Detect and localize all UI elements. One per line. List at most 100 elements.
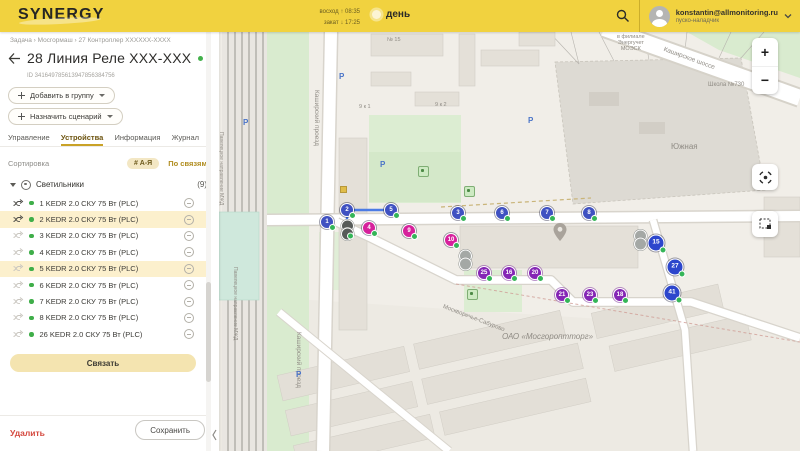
sort-by-links-button[interactable]: По связям: [168, 159, 207, 168]
sunset-row: закат ↓ 17:25: [323, 19, 360, 26]
breadcrumb[interactable]: Задача › Мосгормаш › 27 Контроллер XXXXX…: [10, 37, 171, 44]
unlink-icon[interactable]: [184, 296, 194, 307]
map-label: 9 к 1: [359, 104, 371, 110]
status-dot: [29, 332, 34, 337]
unlink-icon[interactable]: [184, 312, 194, 323]
map-marker-blue-2[interactable]: 2: [340, 203, 356, 219]
collapse-sidebar-icon[interactable]: [211, 428, 218, 442]
sun-icon: [372, 10, 381, 19]
link-icon: [13, 198, 24, 208]
unlink-icon[interactable]: [184, 230, 194, 241]
map-marker-purple-18[interactable]: 18: [613, 288, 629, 304]
unlink-icon[interactable]: [184, 214, 194, 225]
status-dot: [29, 233, 34, 239]
map-marker-blue-5[interactable]: 5: [384, 203, 400, 219]
device-row[interactable]: 8 KEDR 2.0 СКУ 75 Вт (PLC): [0, 310, 207, 326]
assign-scenario-button[interactable]: Назначить сценарий: [8, 108, 123, 125]
map-cluster[interactable]: [634, 229, 647, 251]
map-marker-bigblue-27[interactable]: 27: [666, 258, 685, 277]
unlink-icon[interactable]: [184, 280, 194, 291]
user-menu[interactable]: konstantin@allmonitoring.ru пуско-наладч…: [648, 5, 792, 27]
day-mode-toggle[interactable]: день: [372, 9, 410, 20]
add-to-group-button[interactable]: Добавить в группу: [8, 87, 115, 104]
map-marker-pink-9[interactable]: 9: [402, 224, 418, 240]
sidebar-tab[interactable]: Информация: [114, 130, 160, 146]
search-icon[interactable]: [616, 9, 630, 23]
map-cluster[interactable]: [459, 249, 472, 271]
map-canvas[interactable]: Каширский проезд Каширский проезд Каширско…: [219, 32, 800, 451]
group-row[interactable]: Светильники (9): [10, 178, 207, 191]
map-marker-blue-3[interactable]: 3: [451, 206, 467, 222]
locate-button[interactable]: [752, 164, 778, 190]
save-button[interactable]: Сохранить: [135, 420, 205, 440]
link-icon: [13, 231, 24, 240]
map-marker-purple-20[interactable]: 20: [528, 266, 544, 282]
collapse-group-icon[interactable]: [10, 182, 16, 187]
map-marker-purple-16[interactable]: 16: [502, 266, 518, 282]
user-role: пуско-наладчик: [675, 18, 719, 24]
back-arrow-icon[interactable]: [8, 52, 21, 65]
map-marker-pink-4[interactable]: 4: [362, 221, 378, 237]
zoom-in-button[interactable]: +: [752, 38, 778, 67]
delete-button[interactable]: Удалить: [10, 428, 45, 438]
map-label: ОАО «Мосгороптторг»: [502, 332, 594, 341]
sidebar-scrollbar-track: [206, 32, 211, 451]
link-button[interactable]: Связать: [10, 354, 196, 372]
sort-az-button[interactable]: # А-Я: [126, 158, 160, 169]
map-pin-icon[interactable]: [553, 223, 567, 246]
device-row[interactable]: 1 KEDR 2.0 СКУ 75 Вт (PLC): [0, 195, 207, 211]
device-row[interactable]: 6 KEDR 2.0 СКУ 75 Вт (PLC): [0, 277, 207, 293]
map-marker-blue-8[interactable]: 8: [582, 206, 598, 222]
marker-status-dot: [659, 246, 666, 253]
map-marker-bigblue-15[interactable]: 15: [647, 234, 666, 253]
device-row[interactable]: 7 KEDR 2.0 СКУ 75 Вт (PLC): [0, 293, 207, 309]
marker-status-dot: [548, 214, 556, 222]
unlink-icon[interactable]: [184, 329, 194, 340]
sidebar-tab[interactable]: Управление: [8, 130, 50, 146]
app-logo: SYNERGY: [18, 6, 105, 23]
unlink-icon[interactable]: [184, 247, 194, 258]
device-label: 26 KEDR 2.0 СКУ 75 Вт (PLC): [39, 329, 143, 339]
map-label: в филиале Энергучет МОЭСК: [617, 34, 645, 52]
marker-status-dot: [452, 241, 460, 249]
link-icon: [13, 247, 24, 257]
locate-icon: [758, 170, 772, 184]
map-marker-purple-23[interactable]: 23: [583, 288, 599, 304]
sidebar-tab[interactable]: Журнал: [172, 130, 199, 146]
marker-status-dot: [328, 223, 336, 231]
area-select-button[interactable]: [752, 211, 778, 237]
plus-icon: [18, 92, 25, 99]
user-email: konstantin@allmonitoring.ru: [675, 8, 778, 17]
sidebar-tab[interactable]: Устройства: [60, 130, 104, 146]
map-marker-blue-6[interactable]: 6: [495, 206, 511, 222]
device-row[interactable]: 4 KEDR 2.0 СКУ 75 Вт (PLC): [0, 244, 207, 260]
device-row[interactable]: 26 KEDR 2.0 СКУ 75 Вт (PLC): [0, 326, 207, 342]
assign-scenario-label: Назначить сценарий: [30, 112, 102, 121]
unlink-icon[interactable]: [184, 263, 194, 274]
map-marker-bigblue-41[interactable]: 41: [663, 284, 682, 303]
device-label: 3 KEDR 2.0 СКУ 75 Вт (PLC): [39, 231, 139, 241]
parking-icon: P: [380, 160, 386, 169]
zoom-out-button[interactable]: −: [752, 67, 778, 95]
shop-icon: [340, 186, 347, 193]
status-dot: [29, 266, 34, 271]
map-marker-purple-21[interactable]: 21: [555, 288, 571, 304]
chevron-down-icon: [784, 14, 792, 19]
marker-status-dot: [348, 211, 356, 219]
map-marker-blue-1[interactable]: 1: [320, 215, 336, 231]
marker-status-dot: [503, 214, 511, 222]
device-row[interactable]: 3 KEDR 2.0 СКУ 75 Вт (PLC): [0, 228, 207, 244]
map-marker-blue-7[interactable]: 7: [540, 206, 556, 222]
sunrise-row: восход ↑ 08:35: [319, 9, 360, 15]
device-row[interactable]: 2 KEDR 2.0 СКУ 75 Вт (PLC): [0, 211, 207, 228]
map-label: Павелецкое направление МЖД: [232, 267, 238, 341]
map-label: Каширский проезд: [313, 90, 320, 146]
device-row[interactable]: 5 KEDR 2.0 СКУ 75 Вт (PLC): [0, 260, 207, 277]
map-cluster-selected[interactable]: [341, 219, 354, 241]
parking-icon: P: [243, 118, 249, 127]
map-marker-pink-10[interactable]: 10: [444, 233, 460, 249]
unlink-icon[interactable]: [184, 198, 194, 209]
sidebar-scrollbar-thumb[interactable]: [206, 282, 211, 382]
map-marker-purple-25[interactable]: 25: [477, 266, 493, 282]
parking-icon: P: [339, 72, 345, 81]
